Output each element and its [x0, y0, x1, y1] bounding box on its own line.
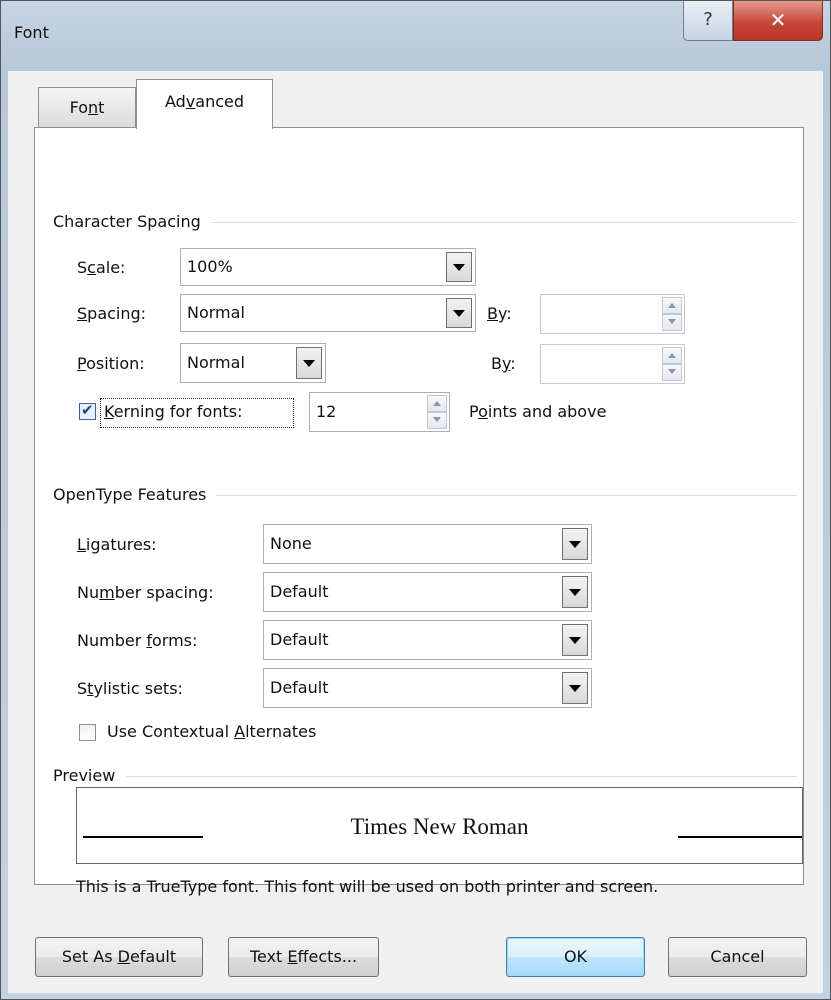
close-button[interactable]: ✕ [733, 1, 823, 41]
spin-down-icon[interactable] [662, 364, 682, 381]
position-by-label: By: [491, 354, 516, 373]
help-icon: ? [703, 9, 713, 30]
position-dropdown[interactable]: Normal [180, 343, 326, 383]
spacing-value: Normal [187, 303, 245, 322]
cancel-button[interactable]: Cancel [668, 937, 807, 977]
position-by-spinner[interactable] [662, 347, 682, 381]
character-spacing-heading: Character Spacing [53, 212, 211, 231]
number-spacing-value: Default [270, 582, 329, 601]
window-title: Font [14, 23, 49, 42]
number-forms-value: Default [270, 630, 329, 649]
kerning-checkbox[interactable] [79, 401, 96, 420]
ligatures-label: Ligatures: [77, 535, 157, 554]
contextual-alternates-checkbox[interactable] [79, 724, 96, 741]
title-bar[interactable]: Font ? ✕ [1, 1, 830, 71]
dialog-client-area: Font Advanced Character Spacing Scale: 1… [8, 71, 823, 993]
stylistic-sets-label: Stylistic sets: [77, 679, 183, 698]
chevron-down-icon[interactable] [446, 252, 472, 282]
chevron-down-icon[interactable] [296, 347, 322, 379]
spin-down-icon[interactable] [427, 412, 447, 429]
stylistic-sets-value: Default [270, 678, 329, 697]
ligatures-dropdown[interactable]: None [263, 524, 592, 564]
text-effects-label: Text Effects... [249, 947, 358, 966]
ligatures-value: None [270, 534, 312, 553]
ok-button[interactable]: OK [506, 937, 645, 977]
number-spacing-label: Number spacing: [77, 583, 214, 602]
set-as-default-label: Set As Default [61, 947, 177, 966]
kerning-size-input[interactable]: 12 [309, 392, 450, 432]
kerning-suffix-label: Points and above [469, 402, 607, 421]
font-info-note: This is a TrueType font. This font will … [76, 877, 659, 896]
spacing-by-input[interactable] [540, 294, 685, 334]
kerning-label[interactable]: Kerning for fonts: [104, 402, 242, 422]
spin-down-icon[interactable] [662, 314, 682, 331]
position-value: Normal [187, 353, 245, 372]
advanced-tab-panel: Character Spacing Scale: 100% Spacing: N… [34, 127, 804, 896]
position-by-input[interactable] [540, 344, 685, 384]
tab-font-label: Font [69, 98, 105, 117]
spin-up-icon[interactable] [662, 297, 682, 314]
spacing-by-spinner[interactable] [662, 297, 682, 331]
ok-label: OK [563, 947, 588, 966]
set-as-default-button[interactable]: Set As Default [35, 937, 203, 977]
preview-heading: Preview [53, 766, 126, 785]
preview-right-rule [678, 836, 802, 838]
spacing-by-label: By: [487, 304, 512, 323]
kerning-size-spinner[interactable] [427, 395, 447, 429]
preview-box: Times New Roman [76, 787, 803, 864]
stylistic-sets-dropdown[interactable]: Default [263, 668, 592, 708]
scale-label: Scale: [77, 258, 126, 277]
spacing-label: Spacing: [77, 304, 147, 323]
preview-divider [55, 776, 797, 777]
chevron-down-icon[interactable] [562, 672, 588, 704]
tab-font[interactable]: Font [38, 87, 136, 127]
close-icon: ✕ [769, 8, 787, 32]
contextual-alternates-label[interactable]: Use Contextual Alternates [107, 722, 316, 742]
chevron-down-icon[interactable] [562, 528, 588, 560]
scale-dropdown[interactable]: 100% [180, 248, 476, 286]
help-button[interactable]: ? [683, 1, 733, 41]
opentype-features-heading: OpenType Features [53, 485, 217, 504]
spin-up-icon[interactable] [662, 347, 682, 364]
font-dialog-window: Font ? ✕ Font Advanced Character Spacing… [0, 0, 831, 1000]
spacing-dropdown[interactable]: Normal [180, 294, 476, 332]
number-spacing-dropdown[interactable]: Default [263, 572, 592, 612]
tab-advanced-label: Advanced [164, 92, 245, 111]
number-forms-label: Number forms: [77, 631, 198, 650]
kerning-size-value: 12 [316, 402, 337, 421]
chevron-down-icon[interactable] [562, 576, 588, 608]
chevron-down-icon[interactable] [446, 298, 472, 328]
spin-up-icon[interactable] [427, 395, 447, 412]
text-effects-button[interactable]: Text Effects... [228, 937, 379, 977]
scale-value: 100% [187, 257, 233, 276]
tab-advanced[interactable]: Advanced [136, 79, 273, 129]
chevron-down-icon[interactable] [562, 624, 588, 656]
position-label: Position: [77, 354, 145, 373]
number-forms-dropdown[interactable]: Default [263, 620, 592, 660]
cancel-label: Cancel [710, 947, 765, 966]
